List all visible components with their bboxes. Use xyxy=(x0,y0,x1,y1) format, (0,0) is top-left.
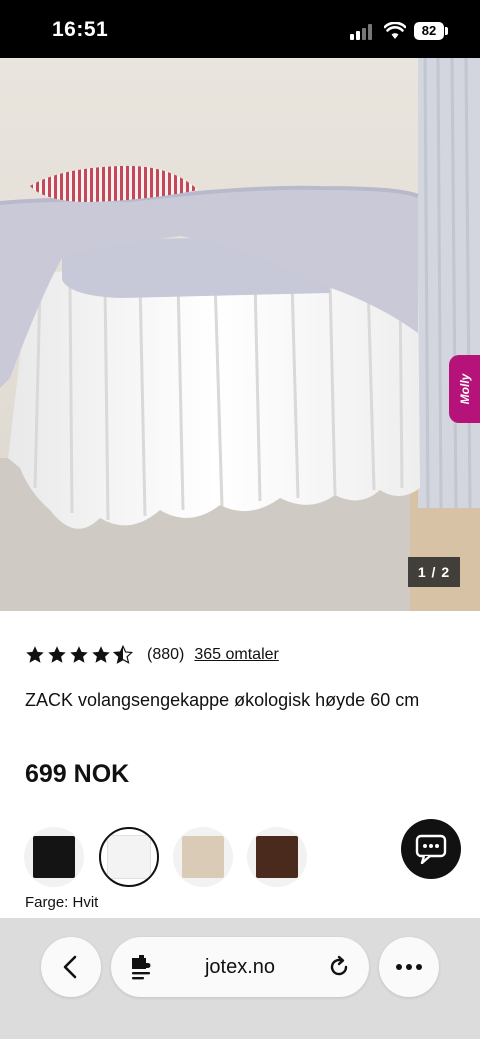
swatch-brown[interactable] xyxy=(247,827,307,887)
rating-row: (880) 365 omtaler xyxy=(25,642,279,668)
more-button[interactable] xyxy=(379,937,439,997)
rating-count: (880) xyxy=(147,646,185,663)
swatch-beige[interactable] xyxy=(173,827,233,887)
back-button[interactable] xyxy=(41,937,101,997)
swatch-white-fabric xyxy=(107,835,151,879)
address-bar[interactable]: jotex.no xyxy=(111,937,369,997)
reviews-link[interactable]: 365 omtaler xyxy=(194,646,279,664)
swatch-brown-fabric xyxy=(256,836,298,878)
molly-tab-label: Molly xyxy=(457,373,472,405)
cellular-signal-icon xyxy=(350,24,376,40)
star-icon xyxy=(48,646,66,663)
reload-icon[interactable] xyxy=(327,955,351,979)
product-image[interactable] xyxy=(0,58,480,611)
status-time: 16:51 xyxy=(52,18,109,41)
selected-color-label: Farge: Hvit xyxy=(25,894,99,911)
product-price: 699 NOK xyxy=(25,760,130,788)
product-title: ZACK volangsengekappe økologisk høyde 60… xyxy=(25,690,420,710)
battery-indicator: 82 xyxy=(414,22,444,40)
molly-chat-tab[interactable]: Molly xyxy=(449,355,480,423)
battery-tip xyxy=(445,27,448,35)
wifi-icon xyxy=(384,22,406,39)
half-star-icon xyxy=(113,645,133,664)
ellipsis-icon xyxy=(396,964,422,970)
swatch-black[interactable] xyxy=(24,827,84,887)
image-counter: 1 / 2 xyxy=(408,557,460,587)
chat-button[interactable] xyxy=(401,819,461,879)
swatch-black-fabric xyxy=(33,836,75,878)
star-icon xyxy=(92,646,110,663)
swatch-beige-fabric xyxy=(182,836,224,878)
chevron-left-icon xyxy=(63,955,77,979)
rating-stars xyxy=(25,645,135,665)
star-icon xyxy=(26,646,44,663)
chat-icon xyxy=(415,834,447,864)
star-icon xyxy=(70,646,88,663)
status-bar: 16:51 82 xyxy=(0,0,480,58)
swatch-white[interactable] xyxy=(99,827,159,887)
